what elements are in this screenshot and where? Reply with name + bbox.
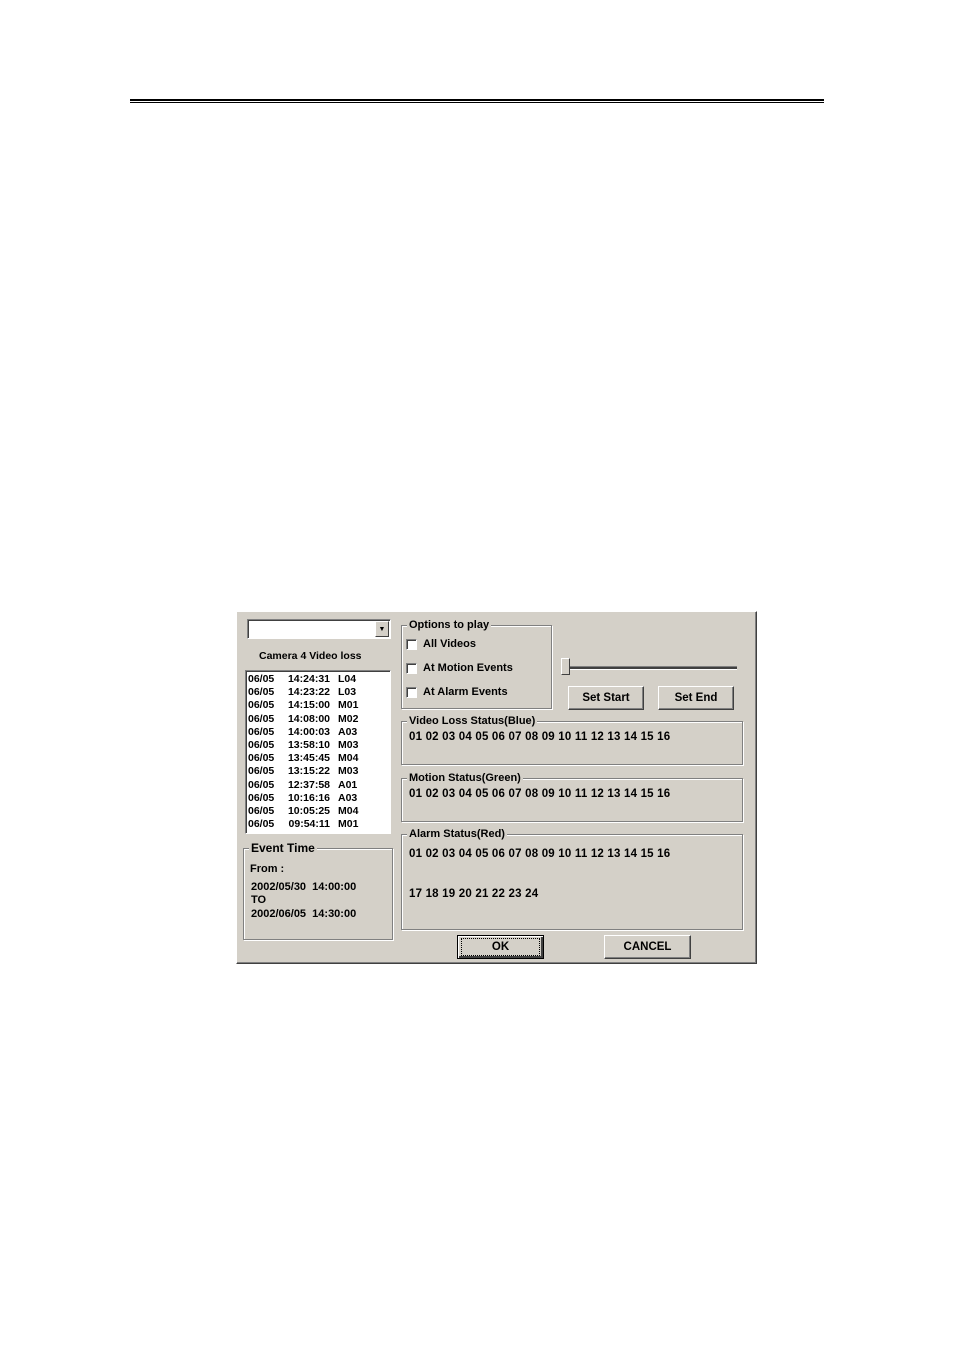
event-playback-dialog: ▼ Camera 4 Video loss 06/05 14:24:31 L04 06… <box>236 611 757 964</box>
video-loss-group: Video Loss Status(Blue) 01 02 03 04 05 0… <box>401 714 743 765</box>
alarm-group: Alarm Status(Red) 01 02 03 04 05 06 07 0… <box>401 827 743 930</box>
set-end-button[interactable]: Set End <box>658 686 734 710</box>
event-date: 06/05 <box>248 752 275 765</box>
motion-channels: 01 02 03 04 05 06 07 08 09 10 11 12 13 1… <box>409 788 671 800</box>
alarm-title: Alarm Status(Red) <box>407 827 507 841</box>
event-date: 06/05 <box>248 686 275 699</box>
motion-title: Motion Status(Green) <box>407 771 523 785</box>
event-code: M04 <box>338 752 359 765</box>
event-time: 13:15:22 <box>287 765 330 778</box>
event-date: 06/05 <box>248 791 275 804</box>
event-time: 13:58:10 <box>287 738 330 751</box>
event-list-item[interactable]: 06/05 14:15:00 M01 <box>246 699 390 712</box>
chevron-down-icon[interactable]: ▼ <box>375 621 389 637</box>
video-loss-title: Video Loss Status(Blue) <box>407 714 538 728</box>
event-time: 10:16:16 <box>287 791 330 804</box>
page-header-rule-thin <box>130 102 824 103</box>
event-list-item[interactable]: 06/05 10:16:16 A03 <box>246 792 390 805</box>
event-list-item[interactable]: 06/05 14:23:22 L03 <box>246 686 390 699</box>
event-list-item[interactable]: 06/05 10:05:25 M04 <box>246 805 390 818</box>
alarm-channels-row2: 17 18 19 20 21 22 23 24 <box>409 888 539 900</box>
event-date: 06/05 <box>248 699 275 712</box>
video-loss-channels: 01 02 03 04 05 06 07 08 09 10 11 12 13 1… <box>409 731 671 743</box>
from-value: 2002/05/30 14:00:00 <box>251 881 357 893</box>
event-code: A03 <box>338 791 358 804</box>
options-title: Options to play <box>407 618 492 632</box>
event-time: 14:00:03 <box>287 725 330 738</box>
event-date: 06/05 <box>248 673 275 685</box>
event-date: 06/05 <box>248 778 275 791</box>
alarm-channels-row1: 01 02 03 04 05 06 07 08 09 10 11 12 13 1… <box>409 848 671 860</box>
event-code: L04 <box>338 673 357 685</box>
event-code: A01 <box>338 778 358 791</box>
event-code: A03 <box>338 725 358 738</box>
event-list-item[interactable]: 06/05 14:00:03 A03 <box>246 726 390 739</box>
event-date: 06/05 <box>248 738 275 751</box>
event-time: 14:23:22 <box>287 686 330 699</box>
camera-label: Camera 4 Video loss <box>259 650 362 662</box>
event-code: M02 <box>338 712 359 725</box>
cancel-button[interactable]: CANCEL <box>604 935 691 959</box>
camera-select[interactable]: ▼ <box>247 619 391 639</box>
event-code: M03 <box>338 738 359 751</box>
event-list-item[interactable]: 06/05 12:37:58 A01 <box>246 779 390 792</box>
event-time: 13:45:45 <box>287 752 330 765</box>
checkbox[interactable] <box>406 662 417 674</box>
options-group: Options to play All Videos At Motion Eve… <box>401 618 552 709</box>
ok-button[interactable]: OK <box>457 935 544 959</box>
event-list-item[interactable]: 06/05 13:58:10 M03 <box>246 739 390 752</box>
event-time: 09:54:11 <box>288 818 330 831</box>
event-date: 06/05 <box>248 818 275 831</box>
event-list-item[interactable]: 06/05 13:15:22 M03 <box>246 765 390 778</box>
event-time: 14:08:00 <box>287 712 330 725</box>
event-listbox[interactable]: 06/05 14:24:31 L04 06/05 14:23:22 L03 06/05 14:… <box>245 670 391 834</box>
to-label: TO <box>251 894 267 906</box>
event-code: M04 <box>338 804 359 817</box>
option-motion-events[interactable]: At Motion Events <box>406 662 513 674</box>
event-time: 14:15:00 <box>287 699 330 712</box>
event-list-item[interactable]: 06/05 13:45:45 M04 <box>246 752 390 765</box>
event-time: 12:37:58 <box>287 778 330 791</box>
event-time: 14:24:31 <box>287 673 330 685</box>
playback-slider-track[interactable] <box>567 666 737 670</box>
option-alarm-events[interactable]: At Alarm Events <box>406 686 508 698</box>
event-code: M01 <box>338 818 359 831</box>
option-all-videos[interactable]: All Videos <box>406 638 476 650</box>
event-date: 06/05 <box>248 765 275 778</box>
checkbox[interactable] <box>406 638 417 650</box>
event-date: 06/05 <box>248 725 275 738</box>
playback-slider-thumb[interactable] <box>561 658 570 675</box>
event-code: M03 <box>338 765 359 778</box>
event-list-item[interactable]: 06/05 14:24:31 L04 <box>246 673 390 686</box>
to-value: 2002/06/05 14:30:00 <box>251 908 357 920</box>
event-time: 10:05:25 <box>287 804 330 817</box>
event-date: 06/05 <box>248 804 275 817</box>
event-list-item[interactable]: 06/05 09:54:11 M01 <box>246 818 390 831</box>
event-date: 06/05 <box>248 712 275 725</box>
event-time-group: Event Time From : 2002/05/30 14:00:00 TO… <box>243 841 393 940</box>
event-time-title: Event Time <box>249 841 317 855</box>
motion-group: Motion Status(Green) 01 02 03 04 05 06 0… <box>401 771 743 822</box>
from-label: From : <box>250 863 285 875</box>
set-start-button[interactable]: Set Start <box>568 686 644 710</box>
event-list-item[interactable]: 06/05 14:08:00 M02 <box>246 713 390 726</box>
event-code: M01 <box>338 699 359 712</box>
checkbox[interactable] <box>406 686 417 698</box>
page-header-rule <box>130 99 824 101</box>
event-code: L03 <box>338 686 357 699</box>
